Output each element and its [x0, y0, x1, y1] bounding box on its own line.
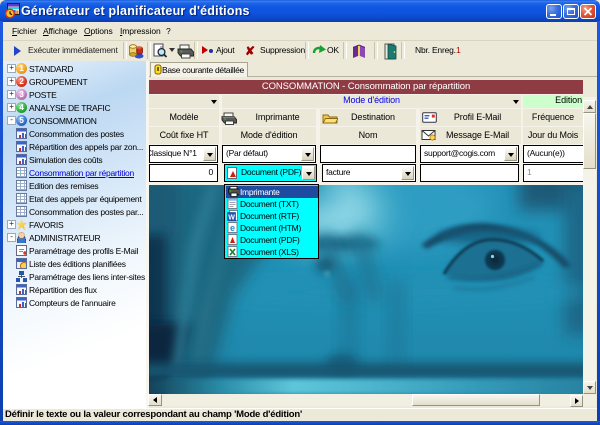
svg-text:W: W [228, 214, 235, 221]
svg-text:e: e [230, 223, 235, 233]
